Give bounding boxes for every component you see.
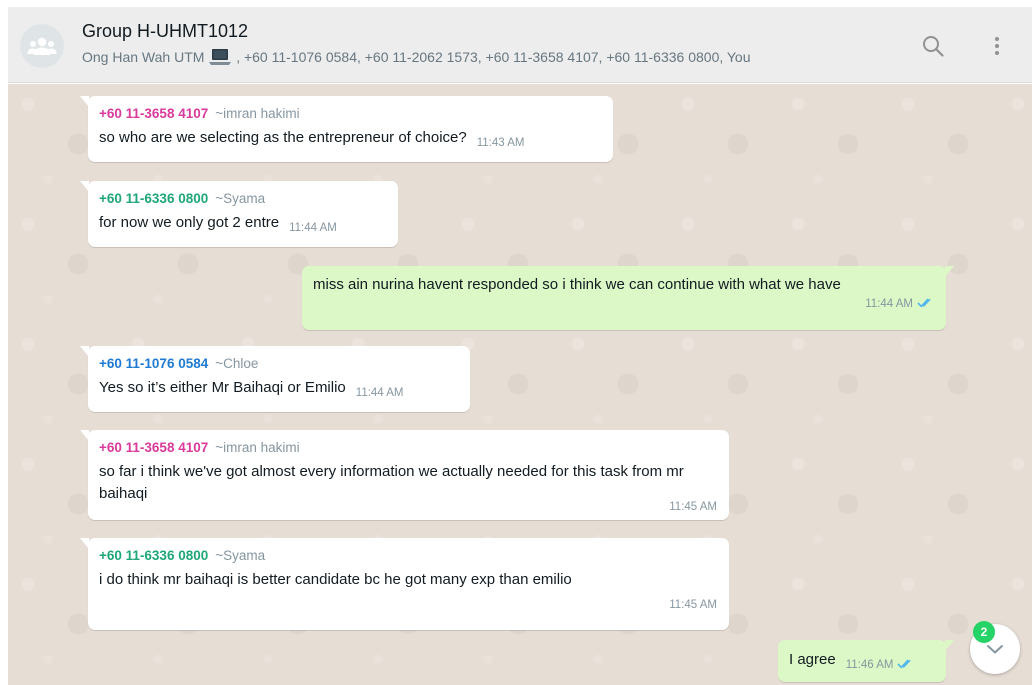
sender-number[interactable]: +60 11-3658 4107 [99,106,208,121]
sender-alias: ~Syama [215,191,266,206]
double-check-icon [917,297,934,313]
message-text: so far i think we've got almost every in… [99,463,684,502]
message-sender: +60 11-1076 0584 ~Chloe [99,354,458,374]
message-time: 11:45 AM [669,501,717,513]
message-bubble[interactable]: +60 11-6336 0800 ~Syama i do think mr bai… [80,538,729,630]
message-text: I agree [789,651,836,668]
message-time: 11:45 AM [669,599,717,611]
message-sender: +60 11-3658 4107 ~imran hakimi [99,438,717,458]
group-avatar[interactable] [20,24,64,68]
participant-first: Ong Han Wah UTM [82,49,205,65]
message-sender: +60 11-3658 4107 ~imran hakimi [99,104,601,124]
double-check-icon [897,655,914,677]
sender-number[interactable]: +60 11-6336 0800 [99,191,208,206]
message-text: so who are we selecting as the entrepren… [99,129,467,146]
message-time: 11:43 AM [476,137,525,149]
chat-messages-area[interactable]: +60 11-3658 4107 ~imran hakimi so who are… [8,84,1032,685]
sender-alias: ~imran hakimi [215,440,300,455]
message-time: 11:44 AM [289,222,337,234]
message-time-text: 11:44 AM [865,298,913,310]
message-text: Yes so it’s either Mr Baihaqi or Emilio [99,379,346,396]
menu-button[interactable] [984,33,1010,59]
search-button[interactable] [920,33,946,59]
message-time: 11:46 AM [846,654,915,677]
sender-number[interactable]: +60 11-3658 4107 [99,440,208,455]
group-title[interactable]: Group H-UHMT1012 [82,21,248,42]
group-icon [27,37,57,55]
message-bubble[interactable]: +60 11-1076 0584 ~Chloe Yes so it’s eithe… [80,346,470,412]
message-bubble[interactable]: +60 11-3658 4107 ~imran hakimi so far i t… [80,430,729,520]
laptop-emoji-icon [209,49,232,68]
message-bubble[interactable]: +60 11-6336 0800 ~Syama for now we only g… [80,181,398,247]
search-icon [923,36,944,57]
message-time: 11:44 AM [355,387,404,399]
unread-count-badge: 2 [973,621,995,643]
group-participants[interactable]: Ong Han Wah UTM , +60 11-1076 0584, +60 … [82,49,922,68]
message-sender: +60 11-6336 0800 ~Syama [99,189,386,209]
message-text: i do think mr baihaqi is better candidat… [99,571,572,588]
sender-number[interactable]: +60 11-6336 0800 [99,548,208,563]
participant-list: , +60 11-1076 0584, +60 11-2062 1573, +6… [236,49,751,65]
message-bubble[interactable]: +60 11-3658 4107 ~imran hakimi so who are… [80,96,613,162]
kebab-menu-icon [995,37,999,55]
message-time-text: 11:46 AM [845,659,894,671]
message-text: miss ain nurina havent responded so i th… [313,276,841,293]
message-bubble-outgoing[interactable]: miss ain nurina havent responded so i th… [302,266,954,330]
sender-number[interactable]: +60 11-1076 0584 [99,356,208,371]
message-bubble-outgoing[interactable]: I agree 11:46 AM [778,640,954,682]
message-text: for now we only got 2 entre [99,214,280,231]
message-sender: +60 11-6336 0800 ~Syama [99,546,717,566]
message-time: 11:44 AM [313,296,934,313]
chevron-down-icon [987,644,1003,653]
sender-alias: ~Chloe [215,356,259,371]
sender-alias: ~imran hakimi [215,106,300,121]
chat-header: Group H-UHMT1012 Ong Han Wah UTM , +60 1… [8,7,1032,83]
sender-alias: ~Syama [215,548,266,563]
